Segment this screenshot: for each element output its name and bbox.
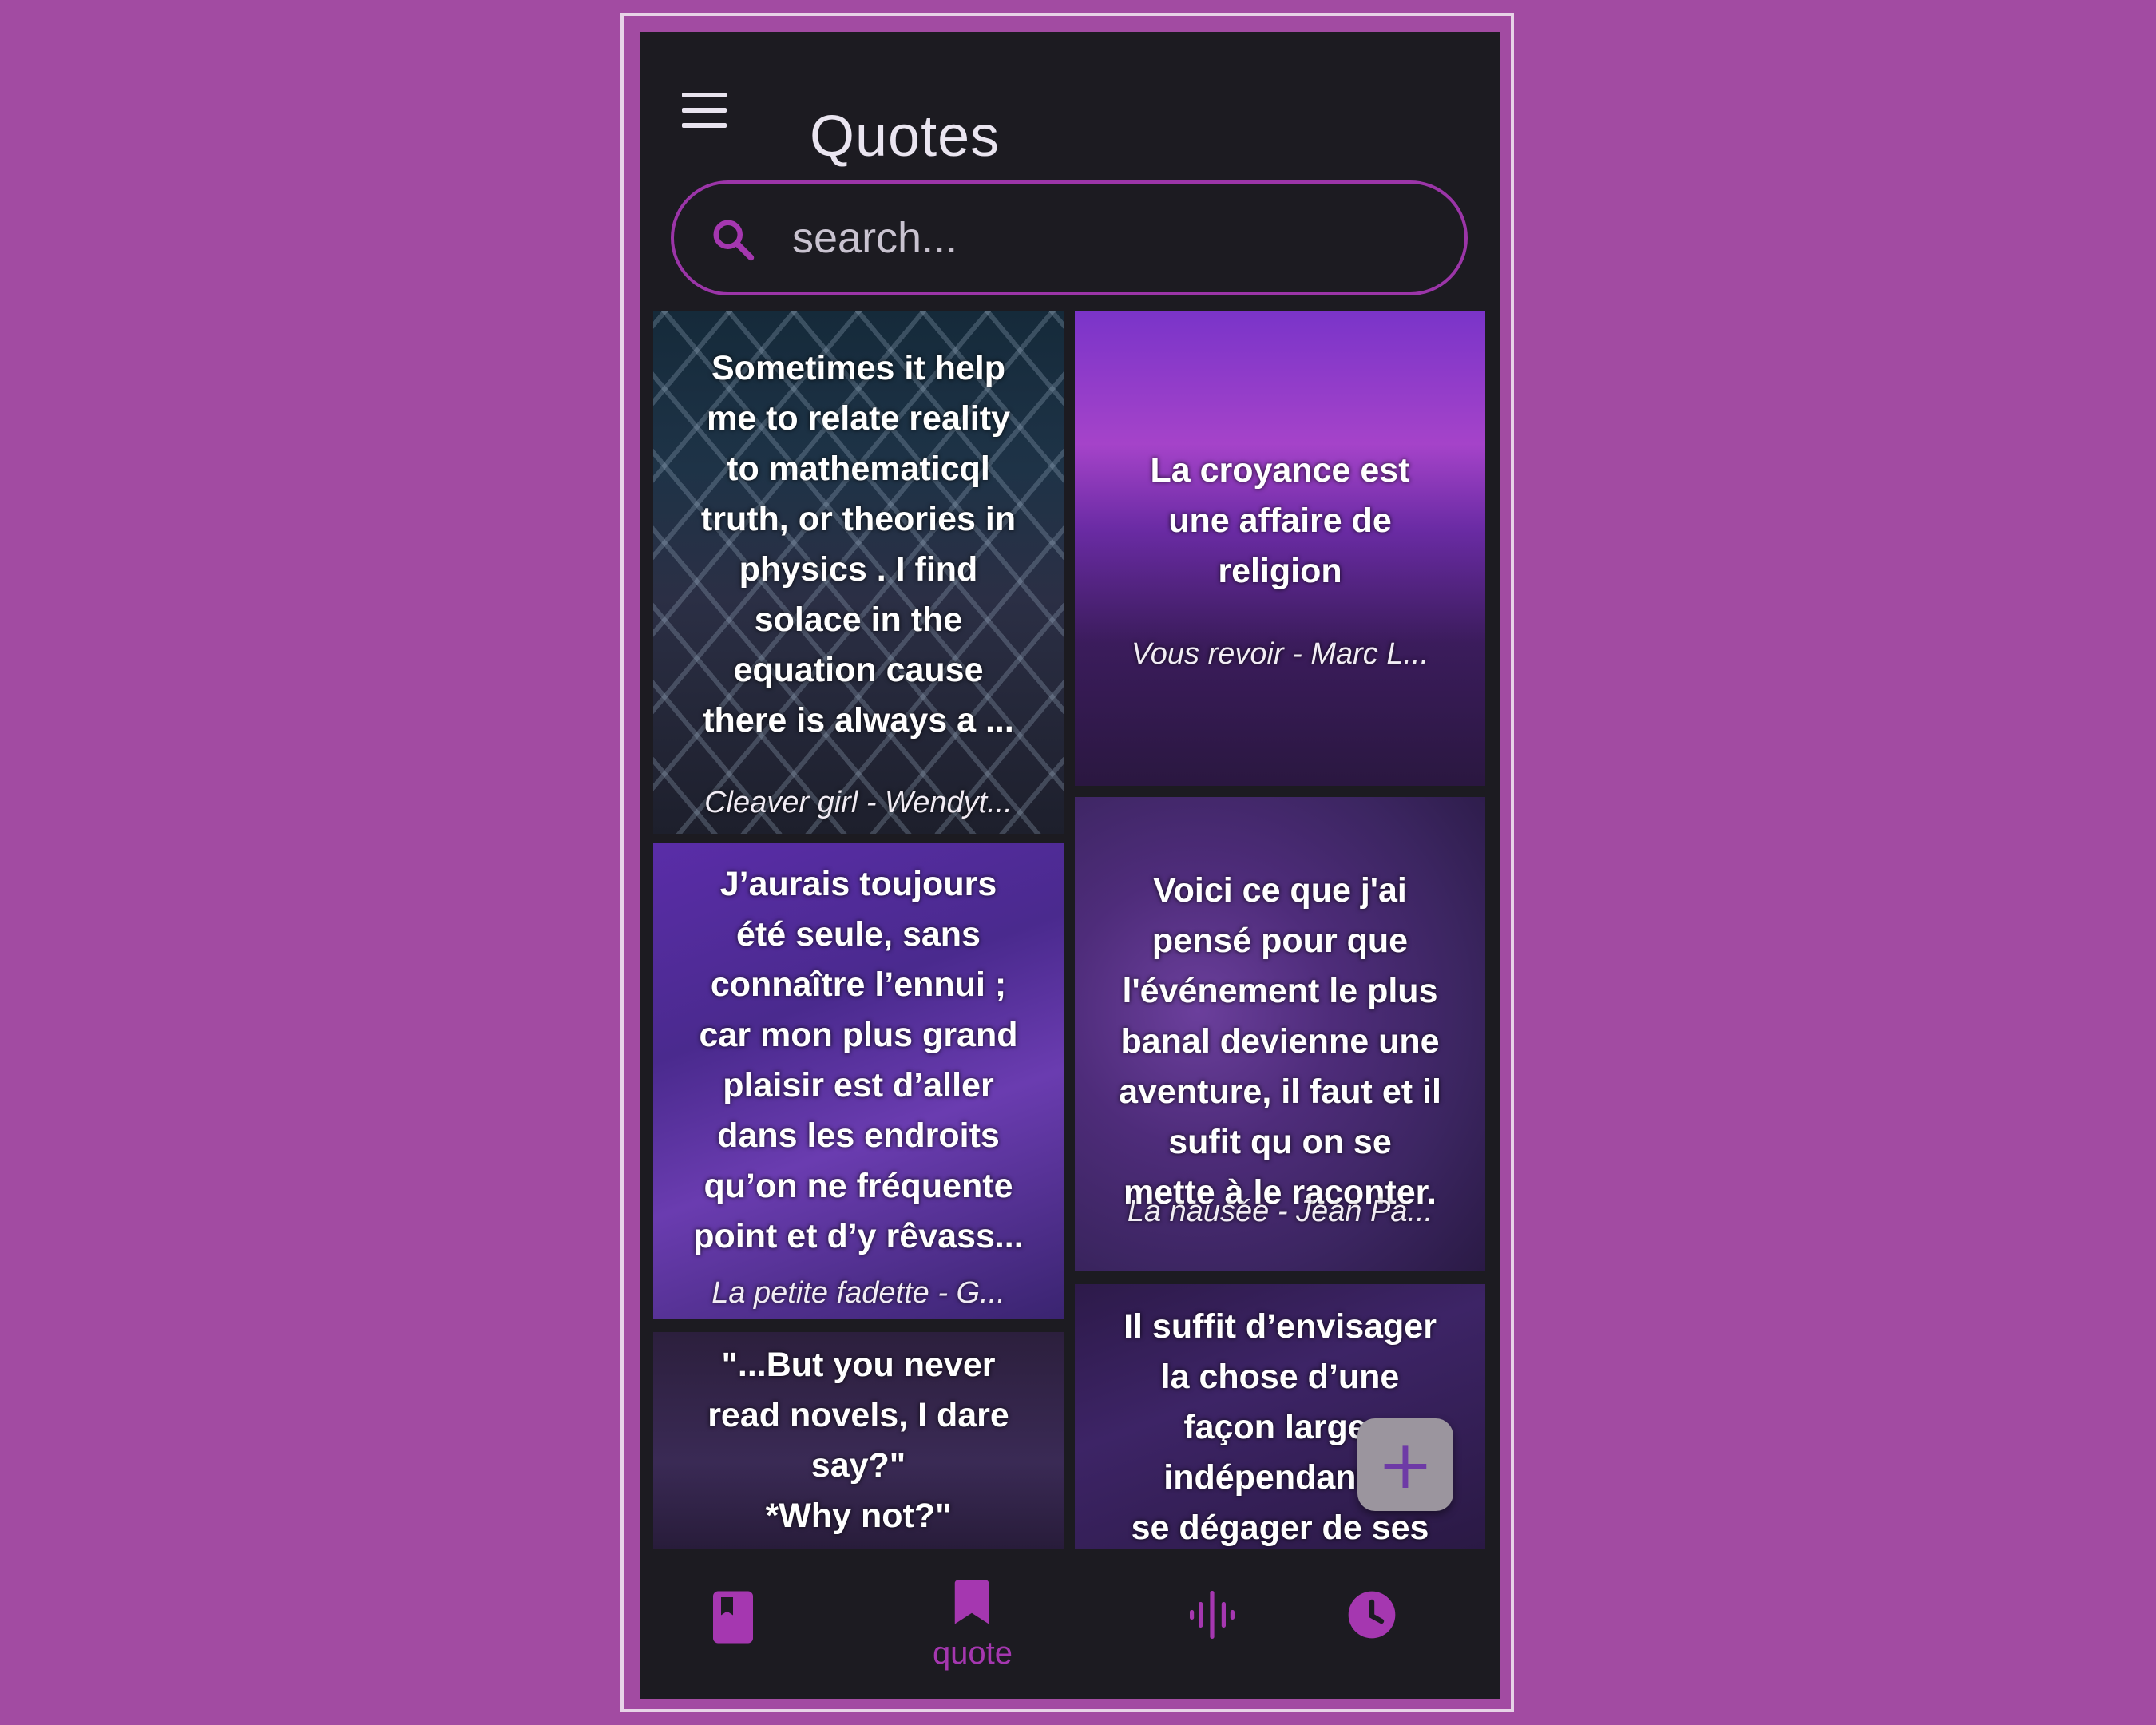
search-bar[interactable] <box>671 180 1468 295</box>
quote-text: Voici ce que j'ai pensé pour que l'événe… <box>1119 871 1441 1211</box>
app-screen: Quotes Sometimes it help me to relate re… <box>640 32 1500 1699</box>
menu-icon[interactable] <box>682 93 727 128</box>
nav-item-quote[interactable]: quote <box>893 1549 1052 1699</box>
quote-source: La petite fadette - G... <box>711 1276 1005 1310</box>
quote-card[interactable]: La croyance est une affaire de religion … <box>1075 311 1485 786</box>
quote-text: J’aurais toujours été seule, sans connaî… <box>693 865 1024 1255</box>
nav-item-history[interactable] <box>1292 1549 1452 1699</box>
audio-wave-icon <box>1190 1591 1235 1639</box>
nav-item-audio[interactable] <box>1132 1549 1292 1699</box>
book-icon <box>713 1591 753 1644</box>
page-title: Quotes <box>810 105 1001 169</box>
plus-icon: + <box>1377 1426 1434 1504</box>
bottom-navigation: quote <box>640 1549 1500 1699</box>
quote-source: Vous revoir - Marc L... <box>1131 637 1429 671</box>
add-quote-button[interactable]: + <box>1357 1418 1453 1511</box>
quote-card[interactable]: Sometimes it help me to relate reality t… <box>653 311 1064 834</box>
quote-grid: Sometimes it help me to relate reality t… <box>653 311 1487 1549</box>
quote-text: La croyance est une affaire de religion <box>1150 451 1410 590</box>
quote-card[interactable]: Voici ce que j'ai pensé pour que l'événe… <box>1075 797 1485 1271</box>
nav-label-quote: quote <box>932 1636 1013 1671</box>
nav-item-books[interactable] <box>653 1549 813 1699</box>
quote-card[interactable]: J’aurais toujours été seule, sans connaî… <box>653 843 1064 1319</box>
quote-source: La nausée - Jean Pa... <box>1127 1195 1433 1228</box>
quote-text: Sometimes it help me to relate reality t… <box>700 349 1017 740</box>
search-input[interactable] <box>791 204 1429 272</box>
quote-source: Cleaver girl - Wendyt... <box>704 786 1013 819</box>
bookmark-icon <box>954 1580 989 1624</box>
quote-text: "...But you never read novels, I dare sa… <box>707 1346 1009 1535</box>
clock-icon <box>1348 1591 1396 1639</box>
quote-card[interactable]: "...But you never read novels, I dare sa… <box>653 1332 1064 1549</box>
search-icon <box>713 220 755 261</box>
